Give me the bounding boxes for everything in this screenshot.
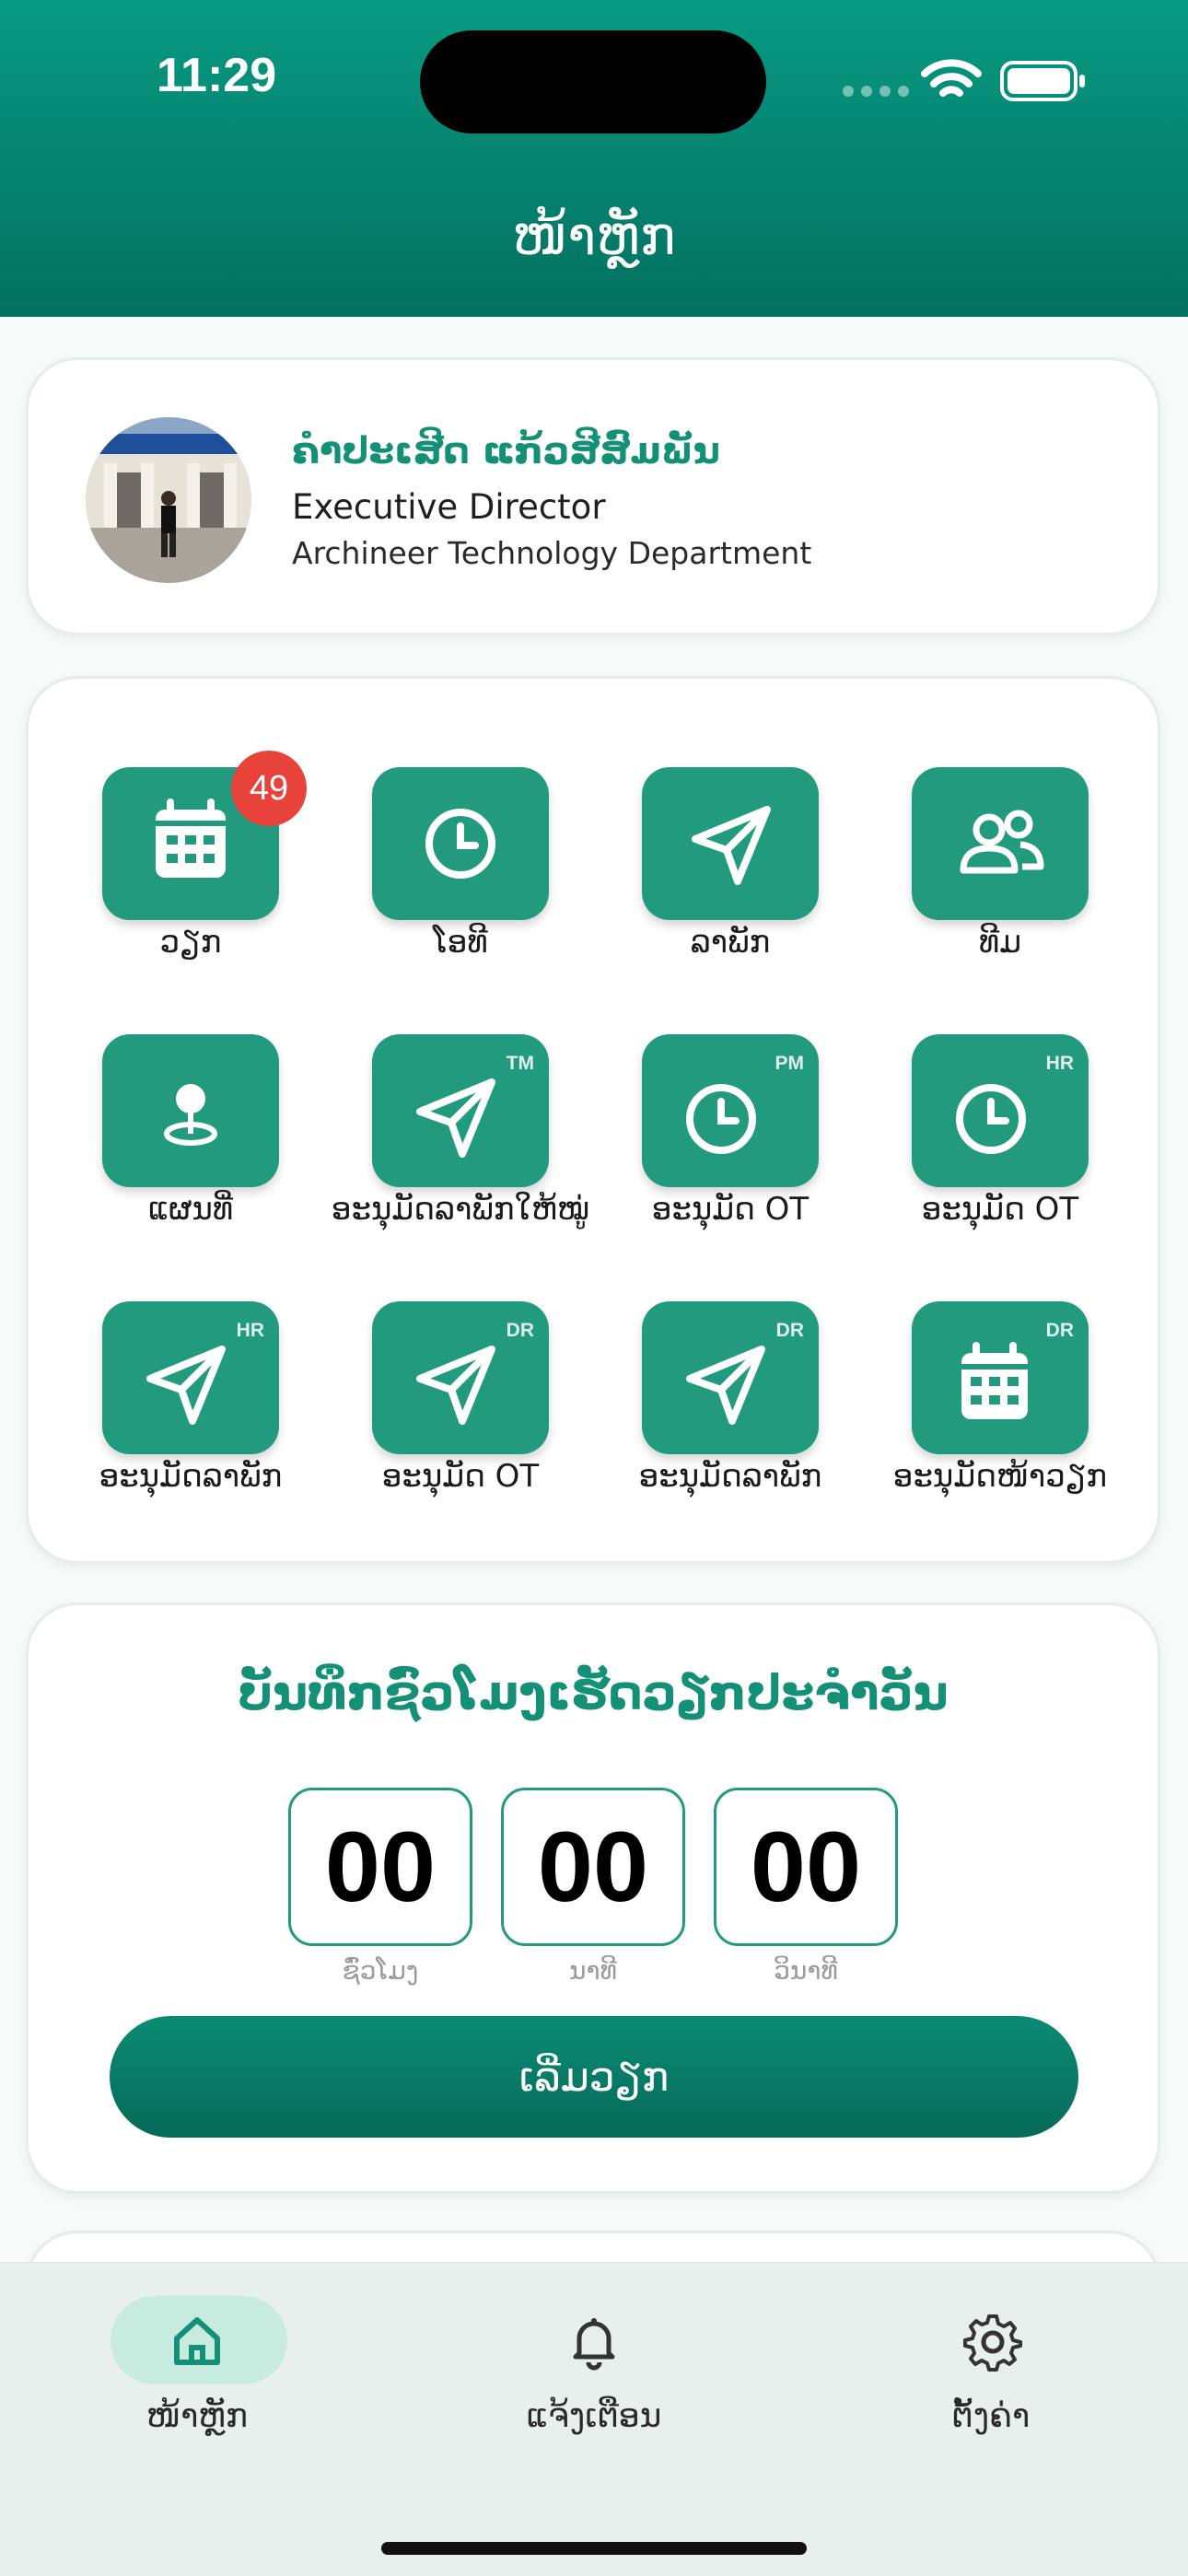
menu-item-approve-task-dr[interactable]: DR — [912, 1301, 1089, 1454]
team-icon — [960, 810, 1044, 874]
page-title: ໜ້າຫຼັກ — [512, 204, 676, 267]
menu-item-approve-leave-dr[interactable]: DR — [642, 1301, 819, 1454]
tab-home[interactable]: ໜ້າຫຼັກ — [77, 2296, 317, 2462]
gear-icon — [963, 2314, 1022, 2372]
menu-label: ທີມ — [978, 924, 1022, 961]
tab-label: ແຈ້ງເຕືອນ — [526, 2397, 662, 2435]
menu-label: ອະນຸມັດລາພັກ — [638, 1458, 822, 1495]
role-tag: HR — [236, 1320, 264, 1341]
status-time: 11:29 — [157, 49, 277, 102]
send-icon — [692, 806, 771, 885]
cellular-signal-icon — [843, 83, 916, 100]
menu-label: ອະນຸມັດ OT — [921, 1191, 1079, 1228]
dynamic-island — [420, 30, 766, 134]
role-tag: DR — [775, 1320, 804, 1341]
battery-icon — [1000, 61, 1085, 101]
menu-item-approve-ot-hr[interactable]: HR — [912, 1034, 1089, 1187]
bottom-tab-bar: ໜ້າຫຼັກ ແຈ້ງເຕືອນ ຕັ້ງຄ່າ — [0, 2262, 1188, 2576]
menu-item-map[interactable] — [102, 1034, 279, 1187]
menu-item-approve-leave-hr[interactable]: HR — [102, 1301, 279, 1454]
menu-item-team[interactable] — [912, 767, 1089, 920]
profile-department: Archineer Technology Department — [292, 535, 812, 571]
menu-label: ແຜນທີ່ — [147, 1191, 234, 1228]
bell-icon — [573, 2318, 615, 2371]
menu-label: ອະນຸມັດ OT — [651, 1191, 809, 1228]
tab-label: ໜ້າຫຼັກ — [146, 2397, 249, 2435]
wifi-icon — [921, 59, 982, 97]
minutes-label: ນາທີ — [569, 1955, 617, 1986]
minutes-display: 00 — [501, 1788, 685, 1946]
timer-title: ບັນທຶກຊົ່ວໂມງເຮັດວຽກປະຈໍາວັນ — [238, 1666, 949, 1721]
menu-label: ໂອທີ — [433, 924, 488, 961]
menu-label: ອະນຸມັດໜ້າວຽກ — [892, 1458, 1108, 1495]
hours-display: 00 — [288, 1788, 472, 1946]
notification-badge: 49 — [231, 751, 307, 826]
menu-item-approve-ot-dr[interactable]: DR — [372, 1301, 549, 1454]
avatar — [86, 417, 251, 583]
work-timer-card: ບັນທຶກຊົ່ວໂມງເຮັດວຽກປະຈໍາວັນ 00 00 00 ຊົ… — [26, 1603, 1160, 2194]
menu-label: ອະນຸມັດ OT — [381, 1458, 540, 1495]
role-tag: DR — [506, 1320, 534, 1341]
home-icon — [174, 2317, 220, 2365]
role-tag: TM — [506, 1053, 534, 1074]
tab-label: ຕັ້ງຄ່າ — [951, 2397, 1031, 2435]
menu-label: ອະນຸມັດລາພັກໃຫ້ໝູ່ — [332, 1191, 589, 1228]
menu-label: ວຽກ — [159, 924, 222, 961]
start-work-button[interactable]: ເລີ່ມວຽກ — [110, 2016, 1078, 2138]
profile-name: ຄໍາປະເສີດ ແກ້ວສີສົມພັນ — [292, 430, 720, 472]
profile-card[interactable]: ຄໍາປະເສີດ ແກ້ວສີສົມພັນ Executive Directo… — [26, 357, 1160, 635]
role-tag: PM — [775, 1053, 805, 1074]
menu-label: ອະນຸມັດລາພັກ — [99, 1458, 283, 1495]
menu-item-ot[interactable] — [372, 767, 549, 920]
hours-label: ຊົ່ວໂມງ — [342, 1955, 419, 1986]
clock-icon — [425, 809, 495, 879]
tab-notifications[interactable]: ແຈ້ງເຕືອນ — [474, 2296, 714, 2462]
profile-role: Executive Director — [292, 487, 606, 527]
app-header: 11:29 ໜ້າຫຼັກ — [0, 0, 1188, 317]
home-indicator — [381, 2542, 807, 2555]
seconds-label: ວິນາທີ — [774, 1955, 838, 1986]
menu-grid: 49 ວຽກ ໂອທີ ລາພັກ ທີມ ແຜນທີ່ TM ອະນຸມັດລ… — [26, 676, 1160, 1564]
tab-settings[interactable]: ຕັ້ງຄ່າ — [871, 2296, 1111, 2462]
role-tag: HR — [1045, 1053, 1074, 1074]
role-tag: DR — [1045, 1320, 1074, 1341]
seconds-display: 00 — [714, 1788, 898, 1946]
menu-label: ລາພັກ — [690, 924, 771, 961]
map-pin-icon — [164, 1084, 217, 1146]
menu-item-leave[interactable] — [642, 767, 819, 920]
menu-item-approve-ot-pm[interactable]: PM — [642, 1034, 819, 1187]
menu-item-approve-leave-team[interactable]: TM — [372, 1034, 549, 1187]
